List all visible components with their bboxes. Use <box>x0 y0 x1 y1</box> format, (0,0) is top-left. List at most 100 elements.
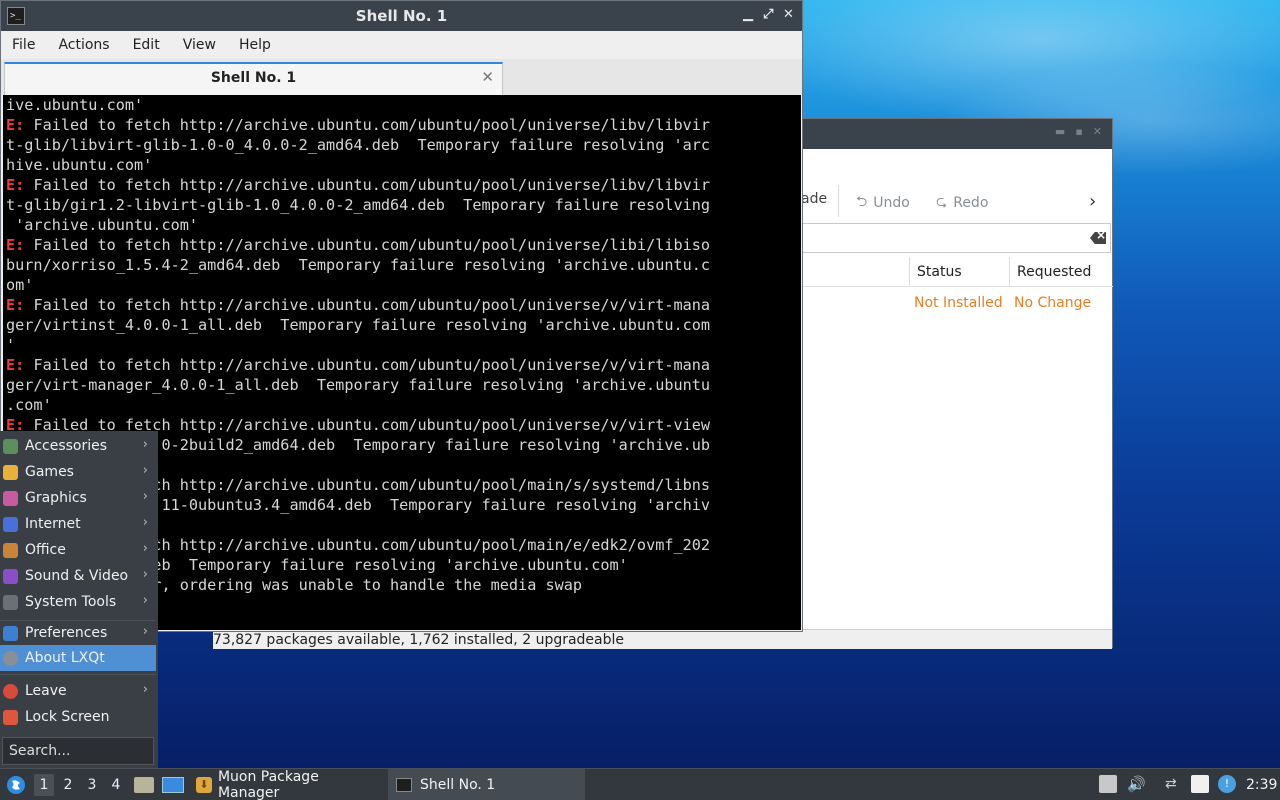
terminal-line: ger/virt-manager_4.0.0-1_all.deb Tempora… <box>6 375 801 395</box>
redo-label: Redo <box>953 195 989 211</box>
terminal-line: 'archive.ubuntu.com' <box>6 215 801 235</box>
maximize-icon[interactable]: ▪ <box>1075 125 1082 138</box>
desktop-switch-2[interactable]: 2 <box>58 774 78 796</box>
network-icon[interactable]: ⇄ <box>1165 775 1183 793</box>
terminal-line: t-glib/gir1.2-libvirt-glib-1.0_4.0.0-2_a… <box>6 195 801 215</box>
muon-icon: ⬇ <box>196 776 212 793</box>
terminal-line: t-glib/libvirt-glib-1.0-0_4.0.0-2_amd64.… <box>6 135 801 155</box>
toolbar-separator <box>838 185 839 217</box>
close-icon[interactable]: ✕ <box>1093 125 1102 138</box>
menu-item-preferences[interactable]: Preferences › <box>0 620 156 646</box>
menu-edit[interactable]: Edit <box>133 31 160 59</box>
terminal-line-text: Failed to fetch http://archive.ubuntu.co… <box>24 176 711 194</box>
menu-item-office[interactable]: Office › <box>0 537 156 563</box>
terminal-line-text: ger/virt-manager_4.0.0-1_all.deb Tempora… <box>6 376 711 394</box>
terminal-tabbar: Shell No. 1 ✕ <box>1 59 802 95</box>
menu-item-lock-screen[interactable]: Lock Screen <box>0 704 156 730</box>
clipboard-icon[interactable] <box>1099 775 1117 793</box>
sound-video-icon <box>3 568 18 584</box>
column-requested[interactable]: Requested <box>1009 257 1113 287</box>
undo-button[interactable]: ⮌ Undo <box>856 191 910 215</box>
terminal-titlebar[interactable]: >_ Shell No. 1 ▁ ⤢ ✕ <box>1 1 802 31</box>
terminal-scrollbar[interactable] <box>799 95 801 630</box>
muon-search-input[interactable] <box>761 223 1111 253</box>
minimize-icon[interactable]: ▬ <box>1055 125 1065 138</box>
column-status[interactable]: Status <box>909 257 1009 287</box>
menu-actions[interactable]: Actions <box>58 31 109 59</box>
error-prefix: E: <box>6 176 25 194</box>
start-menu-button[interactable] <box>6 769 26 800</box>
menu-item-sound-video[interactable]: Sound & Video › <box>0 563 156 589</box>
terminal-line: hive.ubuntu.com' <box>6 155 801 175</box>
error-prefix: E: <box>6 116 25 134</box>
desktop-switch-4[interactable]: 4 <box>106 774 126 796</box>
menu-item-label: Internet <box>25 516 81 532</box>
tab-shell-1[interactable]: Shell No. 1 ✕ <box>4 62 503 95</box>
volume-icon[interactable]: 🔊 <box>1127 775 1146 793</box>
terminal-line: om' <box>6 275 801 295</box>
menu-help[interactable]: Help <box>239 31 271 59</box>
terminal-line-text: Failed to fetch http://archive.ubuntu.co… <box>24 236 711 254</box>
redo-icon: ⮎ <box>936 194 948 210</box>
terminal-line: E: Failed to fetch http://archive.ubuntu… <box>6 175 801 195</box>
menu-separator <box>0 674 156 675</box>
submenu-arrow-icon: › <box>142 624 148 639</box>
terminal-line: E: Failed to fetch http://archive.ubuntu… <box>6 295 801 315</box>
start-menu: Accessories › Games › Graphics › Internet › Offi… <box>0 431 158 768</box>
terminal-line: E: Failed to fetch http://archive.ubuntu… <box>6 115 801 135</box>
menu-view[interactable]: View <box>183 31 216 59</box>
desktop-switch-1[interactable]: 1 <box>34 774 54 796</box>
lock-icon <box>3 709 18 725</box>
submenu-arrow-icon: › <box>142 541 148 556</box>
clock[interactable]: 2:39 <box>1246 769 1277 800</box>
redo-button[interactable]: ⮎ Redo <box>936 191 988 215</box>
close-icon[interactable]: ✕ <box>783 7 794 22</box>
menu-item-label: About LXQt <box>25 650 105 666</box>
terminal-menubar: File Actions Edit View Help <box>1 31 802 59</box>
task-shell-no-1[interactable]: Shell No. 1 <box>388 769 585 800</box>
menu-item-games[interactable]: Games › <box>0 459 156 485</box>
menu-item-leave[interactable]: Leave › <box>0 678 156 704</box>
minimize-icon[interactable]: ▁ <box>743 7 753 22</box>
clear-search-icon[interactable] <box>1090 232 1106 244</box>
error-prefix: E: <box>6 236 25 254</box>
menu-item-label: Accessories <box>25 438 108 454</box>
muon-upgrade-button[interactable]: ade <box>801 191 827 207</box>
menu-item-label: Preferences <box>25 625 108 641</box>
terminal-line-text: ive.ubuntu.com' <box>6 96 144 114</box>
terminal-line-text: ger/virtinst_4.0.0-1_all.deb Temporary f… <box>6 316 711 334</box>
muon-titlebar[interactable]: ▬ ▪ ✕ <box>761 119 1112 149</box>
toolbar-more-chevron-icon[interactable]: › <box>1089 191 1096 212</box>
menu-item-accessories[interactable]: Accessories › <box>0 433 156 459</box>
update-notifier-icon[interactable]: ! <box>1218 775 1236 793</box>
menu-file[interactable]: File <box>12 31 35 59</box>
desktop-switch-3[interactable]: 3 <box>82 774 102 796</box>
terminal-line: E: Failed to fetch http://archive.ubuntu… <box>6 235 801 255</box>
notes-icon[interactable] <box>1191 775 1209 793</box>
terminal-line: E: Failed to fetch http://archive.ubuntu… <box>6 355 801 375</box>
submenu-arrow-icon: › <box>142 437 148 452</box>
menu-search-input[interactable]: Search... <box>2 737 154 765</box>
system-tools-icon <box>3 594 18 610</box>
task-muon-package-manager[interactable]: ⬇ Muon Package Manager <box>190 769 384 800</box>
terminal-task-icon <box>396 777 412 792</box>
menu-item-graphics[interactable]: Graphics › <box>0 485 156 511</box>
terminal-line-text: burn/xorriso_1.5.4-2_amd64.deb Temporary… <box>6 256 711 274</box>
row-requested-value[interactable]: No Change <box>1014 295 1091 311</box>
show-desktop-launcher[interactable] <box>162 769 184 800</box>
tab-close-icon[interactable]: ✕ <box>481 68 494 86</box>
submenu-arrow-icon: › <box>142 593 148 608</box>
graphics-icon <box>3 490 18 506</box>
menu-item-system-tools[interactable]: System Tools › <box>0 589 156 615</box>
error-prefix: E: <box>6 356 25 374</box>
maximize-icon[interactable]: ⤢ <box>763 7 773 22</box>
row-status-value[interactable]: Not Installed <box>914 295 1003 311</box>
terminal-line-text: Failed to fetch http://archive.ubuntu.co… <box>24 356 711 374</box>
file-manager-launcher[interactable] <box>134 769 154 800</box>
menu-item-internet[interactable]: Internet › <box>0 511 156 537</box>
show-desktop-icon <box>162 776 184 793</box>
submenu-arrow-icon: › <box>142 567 148 582</box>
terminal-line: ' <box>6 335 801 355</box>
menu-item-about-lxqt[interactable]: About LXQt <box>0 645 156 671</box>
muon-window[interactable]: ▬ ▪ ✕ ade ⮌ Undo ⮎ Redo › Status Request… <box>760 118 1113 648</box>
